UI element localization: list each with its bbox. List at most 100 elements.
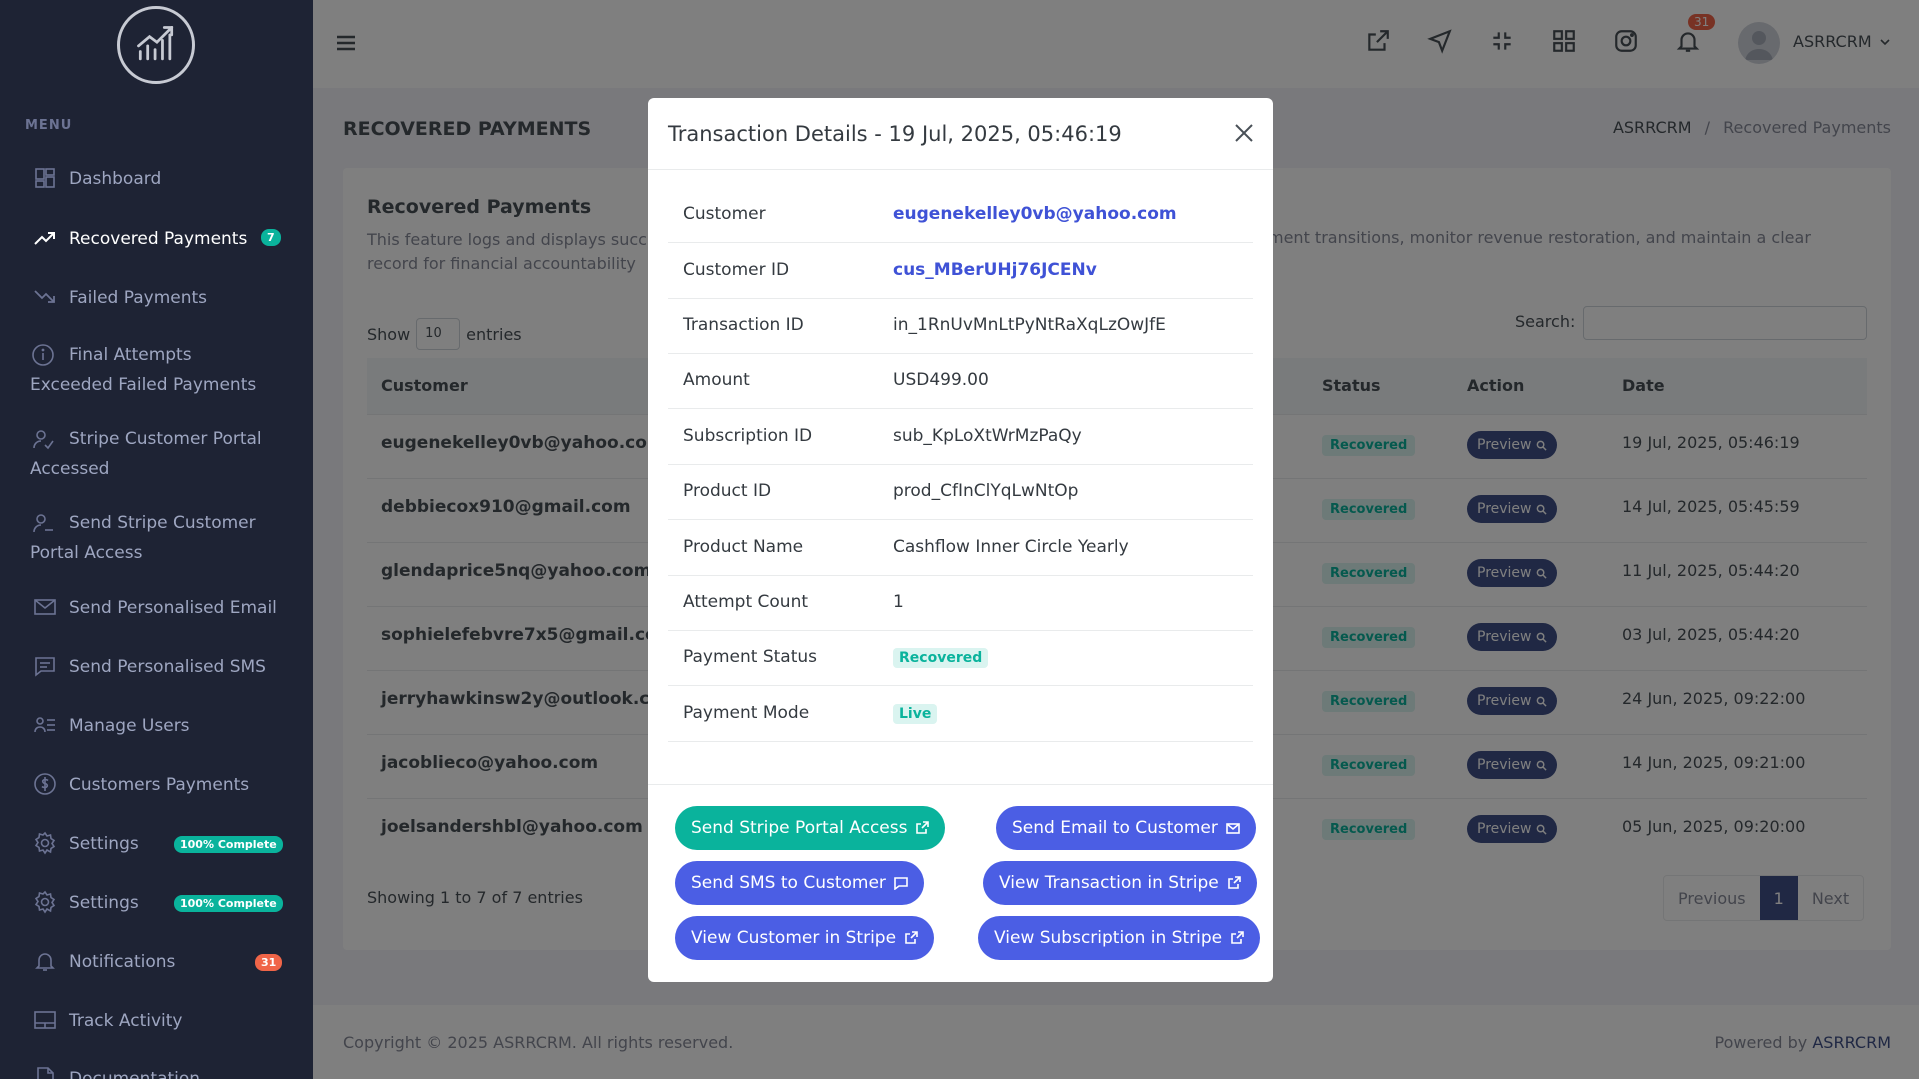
button-label: View Transaction in Stripe [999,873,1219,893]
modal-divider [648,784,1273,785]
gear-icon [34,831,56,855]
view-transaction-in-stripe-button[interactable]: View Transaction in Stripe [983,861,1257,905]
recovered-count-badge: 7 [261,229,281,246]
settings-complete-badge: 100% Complete [174,895,283,912]
payment-status-badge: Recovered [893,648,989,668]
modal-header: Transaction Details - 19 Jul, 2025, 05:4… [648,98,1273,170]
detail-row-transaction-id: Transaction ID in_1RnUvMnLtPyNtRaXqLzOwJ… [668,299,1253,354]
sidebar-item-label: Stripe Customer Portal Accessed [30,429,262,479]
detail-key: Customer ID [683,260,790,280]
bell-icon [35,953,55,971]
dollar-circle-icon [34,773,56,795]
sidebar-item-label: Customers Payments [69,775,250,795]
sidebar-item-dashboard[interactable]: Dashboard [0,166,313,196]
external-link-icon [1231,931,1244,944]
sidebar-item-final-attempts-exceeded[interactable]: Final Attempts Exceeded Failed Payments [0,340,313,402]
customer-id-link[interactable]: cus_MBerUHj76JCENv [893,260,1097,280]
sidebar-item-label: Send Personalised Email [69,598,277,618]
sidebar-item-label: Settings [69,893,139,913]
message-icon [35,657,55,677]
sidebar-item-failed-payments[interactable]: Failed Payments [0,285,313,315]
sidebar-item-label: Documentation [69,1069,201,1079]
notifications-count-badge: 31 [255,954,283,971]
detail-key: Transaction ID [683,315,804,335]
detail-key: Product Name [683,537,804,557]
detail-row-subscription-id: Subscription ID sub_KpLoXtWrMzPaQy [668,410,1253,465]
external-link-icon [1227,876,1241,889]
customer-email-link[interactable]: eugenekelley0vb@yahoo.com [893,204,1177,224]
button-label: View Customer in Stripe [691,928,897,948]
sidebar-item-send-stripe-portal-access[interactable]: Send Stripe Customer Portal Access [0,508,313,570]
detail-key: Product ID [683,481,772,501]
view-subscription-in-stripe-button[interactable]: View Subscription in Stripe [978,916,1261,960]
mail-icon [1226,823,1240,834]
payment-mode-badge: Live [893,704,938,724]
detail-value: Cashflow Inner Circle Yearly [893,537,1129,557]
sidebar-item-label: Send Stripe Customer Portal Access [30,513,256,563]
detail-row-customer: Customer eugenekelley0vb@yahoo.com [668,188,1253,243]
users-list-icon [34,717,55,733]
detail-row-payment-status: Payment Status Recovered [668,631,1253,686]
detail-key: Amount [683,370,750,390]
sidebar: MENU Dashboard Recovered Payments 7 Fail… [0,0,313,1079]
detail-row-amount: Amount USD499.00 [668,354,1253,409]
sidebar-item-label: Recovered Payments [69,229,248,249]
layout-icon [34,1011,56,1029]
sidebar-item-documentation[interactable]: Documentation [0,1066,313,1079]
button-label: View Subscription in Stripe [994,928,1223,948]
trending-up-icon [34,232,55,245]
send-stripe-portal-access-button[interactable]: Send Stripe Portal Access [675,806,946,850]
sidebar-item-label: Settings [69,834,139,854]
detail-key: Payment Status [683,647,817,667]
external-link-icon [905,931,918,944]
sidebar-item-recovered-payments[interactable]: Recovered Payments 7 [0,226,313,256]
button-label: Send Email to Customer [1012,818,1218,838]
sidebar-item-customers-payments[interactable]: Customers Payments [0,772,313,802]
dashboard-icon [35,168,55,188]
external-link-icon [916,821,930,834]
menu-title: MENU [25,118,73,133]
sidebar-item-label: Dashboard [69,169,162,189]
close-icon[interactable] [1233,122,1255,144]
detail-value: 1 [893,592,904,612]
logo-icon[interactable] [117,6,195,84]
sidebar-item-send-personalised-email[interactable]: Send Personalised Email [0,595,313,625]
send-email-to-customer-button[interactable]: Send Email to Customer [996,806,1256,850]
sidebar-item-label: Manage Users [69,716,190,736]
message-icon [894,877,908,890]
view-customer-in-stripe-button[interactable]: View Customer in Stripe [675,916,935,960]
sidebar-item-settings-2[interactable]: Settings 100% Complete [0,890,313,920]
sidebar-item-notifications[interactable]: Notifications 31 [0,949,313,979]
detail-key: Customer [683,204,766,224]
sidebar-item-manage-users[interactable]: Manage Users [0,713,313,743]
detail-row-customer-id: Customer ID cus_MBerUHj76JCENv [668,244,1253,299]
transaction-details-modal: Transaction Details - 19 Jul, 2025, 05:4… [648,98,1273,982]
gear-icon [34,890,56,914]
sidebar-item-settings[interactable]: Settings 100% Complete [0,831,313,861]
detail-row-attempt-count: Attempt Count 1 [668,576,1253,631]
sidebar-item-label: Failed Payments [69,288,208,308]
detail-value: prod_CfInClYqLwNtOp [893,481,1079,501]
sidebar-item-label: Final Attempts Exceeded Failed Payments [30,345,257,395]
send-sms-to-customer-button[interactable]: Send SMS to Customer [675,861,924,905]
detail-row-product-name: Product Name Cashflow Inner Circle Yearl… [668,521,1253,576]
sidebar-item-label: Notifications [69,952,176,972]
sidebar-item-stripe-portal-accessed[interactable]: Stripe Customer Portal Accessed [0,424,313,486]
sidebar-item-send-personalised-sms[interactable]: Send Personalised SMS [0,654,313,684]
document-icon [37,1067,54,1079]
detail-key: Subscription ID [683,426,813,446]
detail-row-payment-mode: Payment Mode Live [668,687,1253,742]
detail-value: USD499.00 [893,370,989,390]
button-label: Send SMS to Customer [691,873,886,893]
mail-send-icon [34,599,56,615]
sidebar-item-track-activity[interactable]: Track Activity [0,1008,313,1038]
sidebar-item-label: Send Personalised SMS [69,657,266,677]
detail-row-product-id: Product ID prod_CfInClYqLwNtOp [668,465,1253,520]
detail-key: Attempt Count [683,592,809,612]
sidebar-item-label: Track Activity [69,1011,183,1031]
trending-down-icon [34,290,55,303]
detail-value: sub_KpLoXtWrMzPaQy [893,426,1082,446]
settings-complete-badge: 100% Complete [174,836,283,853]
chart-logo-icon [137,26,174,61]
detail-key: Payment Mode [683,703,810,723]
